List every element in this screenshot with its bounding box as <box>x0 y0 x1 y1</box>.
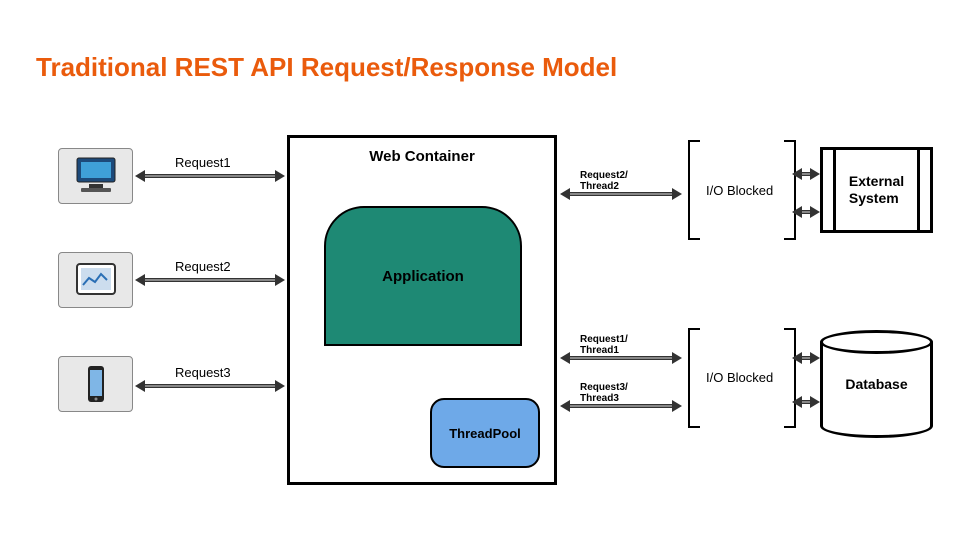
label-io-bottom: I/O Blocked <box>706 370 773 385</box>
web-container-box: Web Container Application ThreadPool <box>287 135 557 485</box>
client-phone-icon <box>58 356 133 412</box>
client-desktop-icon <box>58 148 133 204</box>
client-tablet-icon <box>58 252 133 308</box>
external-system-label: External System <box>849 173 904 207</box>
database-cylinder: Database <box>820 330 933 438</box>
arrow-request2 <box>143 278 277 282</box>
label-thread-mid: Request1/ Thread1 <box>580 334 628 356</box>
arrow-db-top <box>800 356 812 360</box>
arrow-request3 <box>143 384 277 388</box>
database-label: Database <box>845 376 907 392</box>
arrow-ext-top <box>800 172 812 176</box>
page-title: Traditional REST API Request/Response Mo… <box>36 52 617 83</box>
label-thread-top: Request2/ Thread2 <box>580 170 628 192</box>
bracket-top-right <box>784 140 796 240</box>
arrow-thread-mid <box>568 356 674 360</box>
threadpool-box: ThreadPool <box>430 398 540 468</box>
label-io-top: I/O Blocked <box>706 183 773 198</box>
application-box: Application <box>324 206 522 346</box>
arrow-request1 <box>143 174 277 178</box>
bracket-bottom-left <box>688 328 700 428</box>
external-system-box: External System <box>820 147 933 233</box>
label-request3: Request3 <box>175 365 231 380</box>
arrow-thread-bot <box>568 404 674 408</box>
arrow-db-bot <box>800 400 812 404</box>
bracket-bottom-right <box>784 328 796 428</box>
arrow-thread-top <box>568 192 674 196</box>
bracket-top-left <box>688 140 700 240</box>
label-request2: Request2 <box>175 259 231 274</box>
web-container-title: Web Container <box>369 148 475 165</box>
label-request1: Request1 <box>175 155 231 170</box>
arrow-ext-bot <box>800 210 812 214</box>
label-thread-bot: Request3/ Thread3 <box>580 382 628 404</box>
